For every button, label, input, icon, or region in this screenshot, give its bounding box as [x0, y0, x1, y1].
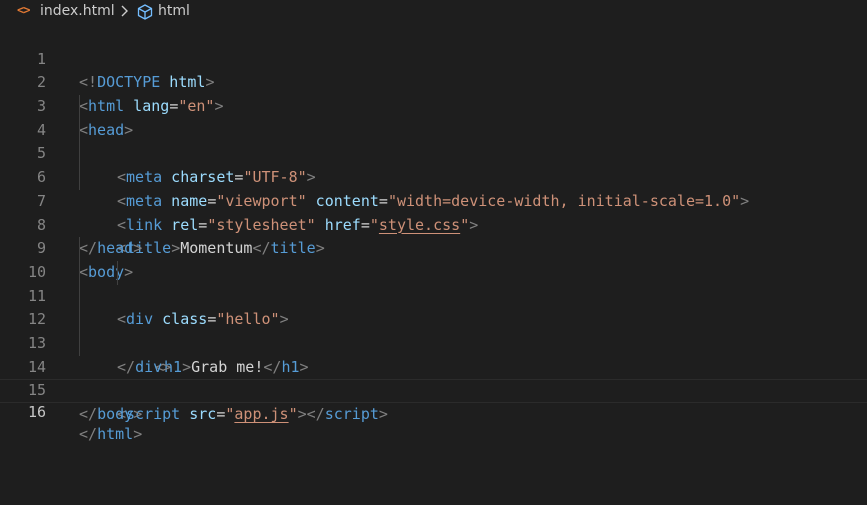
indent-guide — [79, 95, 80, 119]
code-line[interactable]: 9 <body> — [0, 214, 867, 281]
line-content: </html> — [79, 424, 143, 443]
indent-guide — [117, 260, 118, 285]
code-line[interactable]: 6 <link rel="stylesheet" href="style.css… — [0, 142, 867, 234]
code-line[interactable]: 15 </body> — [0, 356, 867, 423]
code-line[interactable]: 1 <!DOCTYPE html> — [0, 24, 867, 92]
cube-icon — [137, 4, 153, 20]
indent-guide — [79, 260, 80, 285]
code-line[interactable]: 10 <div class="hello"> — [0, 237, 867, 328]
breadcrumb-file[interactable]: index.html — [40, 3, 115, 19]
breadcrumb-element[interactable]: html — [158, 3, 190, 19]
indent-guide — [79, 308, 80, 332]
code-line[interactable]: 7 <title>Momentum</title> — [0, 166, 867, 257]
indent-guide — [79, 142, 80, 167]
script-link[interactable]: app.js — [234, 405, 288, 423]
line-content: <script src="app.js"></script> — [117, 405, 388, 424]
indent-guide — [79, 331, 80, 356]
code-line[interactable]: 4 <meta charset="UTF-8"> — [0, 95, 867, 186]
chevron-right-icon — [121, 5, 128, 17]
code-line[interactable]: 13 — [0, 308, 867, 352]
code-editor[interactable]: <> index.html html 1 <!DOCTYPE html> 2 <… — [0, 0, 867, 505]
code-line[interactable]: 14 <script src="app.js"></script> — [0, 331, 867, 423]
line-number: 16 — [27, 403, 46, 422]
code-line[interactable]: 8 </head> — [0, 190, 867, 258]
breadcrumb: <> index.html html — [0, 0, 867, 24]
code-line-current[interactable]: 16 </html> — [0, 379, 867, 443]
code-area[interactable]: 1 <!DOCTYPE html> 2 <html lang="en"> 3 <… — [0, 24, 867, 443]
html-file-icon: <> — [17, 3, 30, 17]
code-line[interactable]: 11 <h1>Grab me!</h1> — [0, 260, 867, 376]
code-line[interactable]: 5 <meta name="viewport" content="width=d… — [0, 118, 867, 210]
code-line[interactable]: 3 <head> — [0, 71, 867, 139]
indent-guide — [79, 118, 80, 143]
indent-guide — [79, 284, 80, 309]
indent-guide — [79, 237, 80, 261]
code-line[interactable]: 2 <html lang="en"> — [0, 48, 867, 115]
code-line[interactable]: 12 </div> — [0, 284, 867, 376]
indent-guide — [79, 166, 80, 190]
